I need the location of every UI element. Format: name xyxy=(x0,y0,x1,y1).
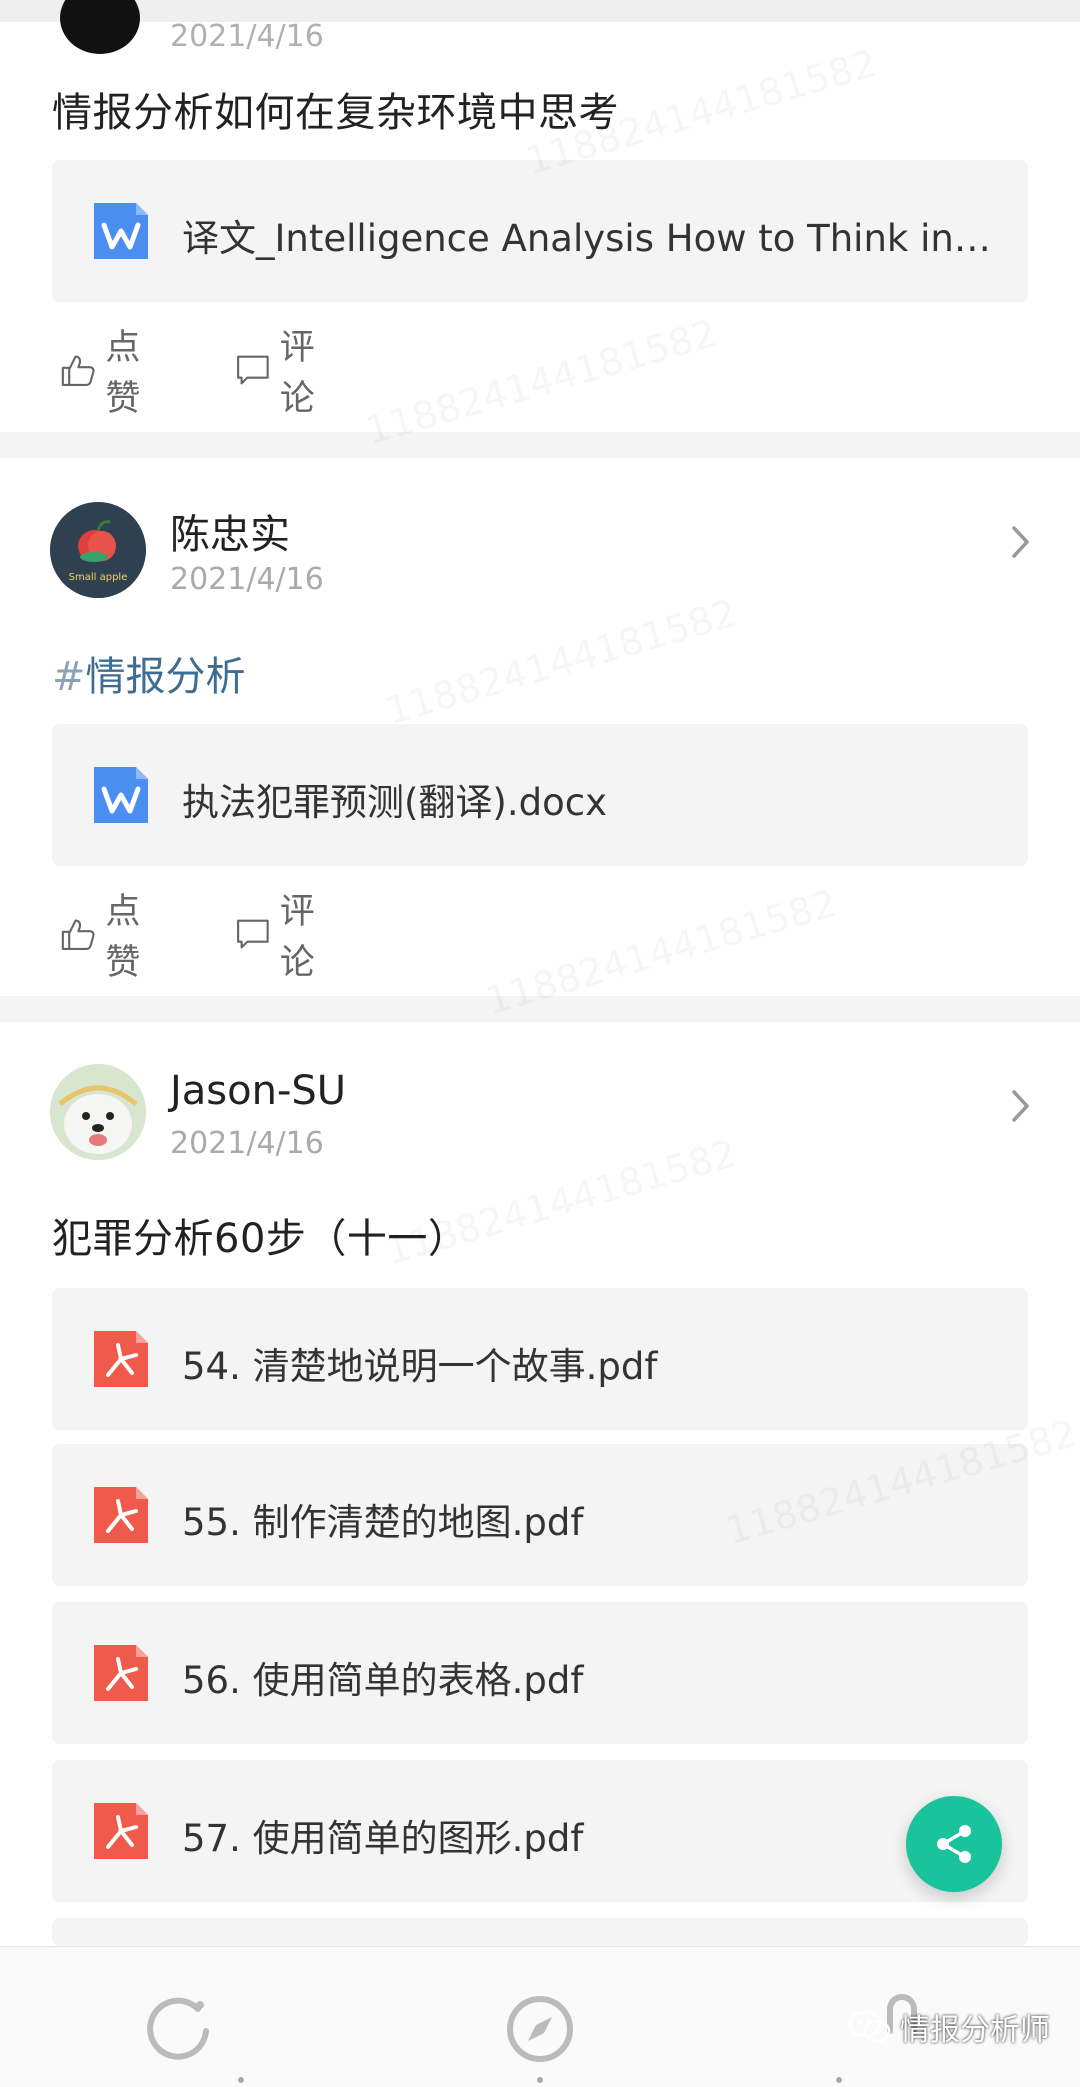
post-date: 2021/4/16 xyxy=(170,562,324,597)
thumbs-up-icon xyxy=(61,355,95,386)
watermark-label: 情报分析师 xyxy=(900,2013,1050,2048)
topic-tag[interactable]: #情报分析 xyxy=(52,644,246,702)
comment-label: 评论 xyxy=(279,892,315,983)
word-file-icon xyxy=(94,767,148,823)
file-attachment[interactable]: 57. 使用简单的图形.pdf xyxy=(52,1760,1028,1902)
file-name: 译文_Intelligence Analysis How to Think in… xyxy=(182,217,1002,260)
word-file-icon xyxy=(94,203,148,259)
pdf-file-icon xyxy=(94,1487,148,1543)
file-name: 56. 使用简单的表格.pdf xyxy=(182,1659,584,1702)
wechat-icon xyxy=(848,2010,891,2043)
bottom-navigation: 情报分析师 xyxy=(0,1946,1080,2087)
file-name: 55. 制作清楚的地图.pdf xyxy=(182,1501,584,1544)
hash-symbol: # xyxy=(52,654,86,700)
comment-button[interactable]: 评论 xyxy=(236,328,329,419)
pdf-file-icon xyxy=(94,1645,148,1701)
post-card: Jason-SU 2021/4/16 犯罪分析60步（十一） 54. 清楚地说明… xyxy=(0,1022,1080,1946)
share-button[interactable] xyxy=(906,1796,1002,1892)
post-title[interactable]: 情报分析如何在复杂环境中思考 xyxy=(52,80,619,138)
author-name[interactable]: 陈忠实 xyxy=(170,502,290,560)
post-card: Small apple 陈忠实 2021/4/16 #情报分析 执法犯罪预测(翻… xyxy=(0,458,1080,996)
post-date: 2021/4/16 xyxy=(170,19,324,54)
tag-label: 情报分析 xyxy=(85,654,246,700)
chevron-right-icon[interactable] xyxy=(1010,1088,1032,1124)
file-attachment[interactable]: 55. 制作清楚的地图.pdf xyxy=(52,1444,1028,1586)
file-attachment-partial[interactable] xyxy=(52,1918,1028,1946)
like-button[interactable]: 点赞 xyxy=(60,328,155,419)
nav-indicator xyxy=(238,2077,244,2083)
pdf-file-icon xyxy=(94,1331,148,1387)
comment-icon xyxy=(237,355,269,385)
share-icon xyxy=(937,1825,971,1863)
svg-text:Small apple: Small apple xyxy=(69,572,128,583)
post-title[interactable]: 犯罪分析60步（十一） xyxy=(52,1206,468,1264)
like-button[interactable]: 点赞 xyxy=(60,892,155,983)
dog-avatar-image xyxy=(50,1064,146,1160)
file-attachment[interactable]: 译文_Intelligence Analysis How to Think in… xyxy=(52,160,1028,302)
top-strip xyxy=(0,0,1080,22)
pdf-file-icon xyxy=(94,1803,148,1859)
compass-icon[interactable] xyxy=(502,1991,578,2067)
chevron-right-icon[interactable] xyxy=(1010,524,1032,560)
nav-indicator xyxy=(537,2077,543,2083)
like-label: 点赞 xyxy=(105,892,141,983)
file-attachment[interactable]: 56. 使用简单的表格.pdf xyxy=(52,1602,1028,1744)
comment-label: 评论 xyxy=(279,328,315,419)
comment-icon xyxy=(237,919,269,949)
file-name: 54. 清楚地说明一个故事.pdf xyxy=(182,1345,658,1388)
nav-indicator xyxy=(836,2077,842,2083)
post-date: 2021/4/16 xyxy=(170,1126,324,1161)
post-card: 2021/4/16 情报分析如何在复杂环境中思考 译文_Intelligence… xyxy=(0,0,1080,432)
thumbs-up-icon xyxy=(61,919,95,950)
file-attachment[interactable]: 54. 清楚地说明一个故事.pdf xyxy=(52,1288,1028,1430)
file-attachment[interactable]: 执法犯罪预测(翻译).docx xyxy=(52,724,1028,866)
file-name: 执法犯罪预测(翻译).docx xyxy=(182,781,607,824)
file-name: 57. 使用简单的图形.pdf xyxy=(182,1817,584,1860)
avatar[interactable] xyxy=(60,0,140,54)
wechat-watermark: 情报分析师 xyxy=(848,2005,1050,2049)
author-name[interactable]: Jason-SU xyxy=(170,1068,346,1114)
refresh-icon[interactable] xyxy=(140,1991,216,2067)
like-label: 点赞 xyxy=(105,328,141,419)
apple-avatar-image: Small apple xyxy=(50,502,146,598)
avatar[interactable]: Small apple xyxy=(50,502,146,598)
comment-button[interactable]: 评论 xyxy=(236,892,329,983)
avatar[interactable] xyxy=(50,1064,146,1160)
